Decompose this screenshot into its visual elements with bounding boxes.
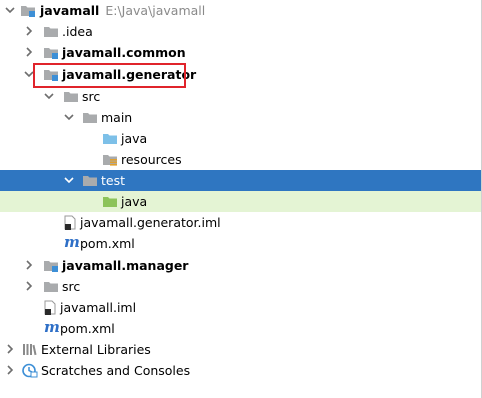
tree-row-root-iml[interactable]: javamall.iml bbox=[0, 297, 481, 318]
tree-row-main-java[interactable]: java bbox=[0, 128, 481, 149]
gen-pom-label: pom.xml bbox=[80, 236, 135, 251]
tree-row-test-java[interactable]: java bbox=[0, 191, 481, 212]
manager-label: javamall.manager bbox=[62, 258, 189, 273]
folder-icon bbox=[82, 110, 98, 125]
tree-row-root-src[interactable]: src bbox=[0, 276, 481, 297]
module-folder-icon bbox=[43, 45, 59, 60]
chevron-right-icon[interactable] bbox=[5, 344, 15, 354]
test-source-folder-icon bbox=[102, 194, 118, 209]
root-src-label: src bbox=[62, 279, 81, 294]
tree-row-gen-src[interactable]: src bbox=[0, 86, 481, 107]
tree-row-main[interactable]: main bbox=[0, 107, 481, 128]
tree-row-root-pom[interactable]: m pom.xml bbox=[0, 318, 481, 339]
maven-pom-icon: m bbox=[44, 318, 60, 336]
iml-file-icon bbox=[42, 300, 58, 315]
common-label: javamall.common bbox=[62, 45, 186, 60]
tree-row-root[interactable]: javamall E:\Java\javamall bbox=[0, 0, 481, 21]
module-folder-icon bbox=[43, 258, 59, 273]
source-folder-icon bbox=[102, 131, 118, 146]
chevron-down-icon[interactable] bbox=[5, 5, 15, 15]
tree-row-common[interactable]: javamall.common bbox=[0, 42, 481, 63]
tree-row-gen-pom[interactable]: m pom.xml bbox=[0, 233, 481, 254]
iml-file-icon bbox=[62, 215, 78, 230]
scratches-label: Scratches and Consoles bbox=[41, 363, 191, 378]
root-name: javamall bbox=[40, 3, 100, 18]
tree-row-resources[interactable]: resources bbox=[0, 149, 481, 170]
folder-icon bbox=[43, 24, 59, 39]
idea-label: .idea bbox=[62, 24, 93, 39]
tree-row-manager[interactable]: javamall.manager bbox=[0, 255, 481, 276]
test-folder-icon bbox=[82, 173, 98, 188]
main-java-label: java bbox=[121, 131, 148, 146]
chevron-down-icon[interactable] bbox=[64, 175, 74, 185]
resources-label: resources bbox=[121, 152, 182, 167]
test-java-label: java bbox=[121, 194, 148, 209]
root-pom-label: pom.xml bbox=[60, 321, 115, 336]
tree-row-gen-iml[interactable]: javamall.generator.iml bbox=[0, 212, 481, 233]
annotation-highlight-box bbox=[33, 63, 186, 88]
tree-row-external-libraries[interactable]: External Libraries bbox=[0, 339, 481, 360]
chevron-right-icon[interactable] bbox=[24, 260, 34, 270]
external-libraries-icon bbox=[22, 342, 38, 357]
project-tree: javamall E:\Java\javamall .idea javamall.… bbox=[0, 0, 482, 398]
test-label: test bbox=[101, 173, 126, 188]
external-libraries-label: External Libraries bbox=[41, 342, 151, 357]
chevron-down-icon[interactable] bbox=[44, 91, 54, 101]
scratches-icon bbox=[22, 363, 38, 378]
chevron-right-icon[interactable] bbox=[24, 26, 34, 36]
tree-row-test[interactable]: test bbox=[0, 170, 481, 191]
maven-pom-icon: m bbox=[64, 233, 80, 251]
main-label: main bbox=[101, 110, 133, 125]
root-path: E:\Java\javamall bbox=[105, 3, 206, 18]
resources-folder-icon bbox=[102, 152, 118, 167]
chevron-right-icon[interactable] bbox=[24, 281, 34, 291]
gen-iml-label: javamall.generator.iml bbox=[80, 215, 221, 230]
tree-row-idea[interactable]: .idea bbox=[0, 21, 481, 42]
chevron-down-icon[interactable] bbox=[64, 112, 74, 122]
root-node: javamall E:\Java\javamall bbox=[40, 2, 205, 19]
module-folder-icon bbox=[20, 3, 36, 18]
chevron-right-icon[interactable] bbox=[5, 365, 15, 375]
root-iml-label: javamall.iml bbox=[60, 300, 137, 315]
folder-icon bbox=[63, 89, 79, 104]
gen-src-label: src bbox=[82, 89, 101, 104]
chevron-right-icon[interactable] bbox=[24, 47, 34, 57]
folder-icon bbox=[43, 279, 59, 294]
tree-row-scratches[interactable]: Scratches and Consoles bbox=[0, 360, 481, 381]
